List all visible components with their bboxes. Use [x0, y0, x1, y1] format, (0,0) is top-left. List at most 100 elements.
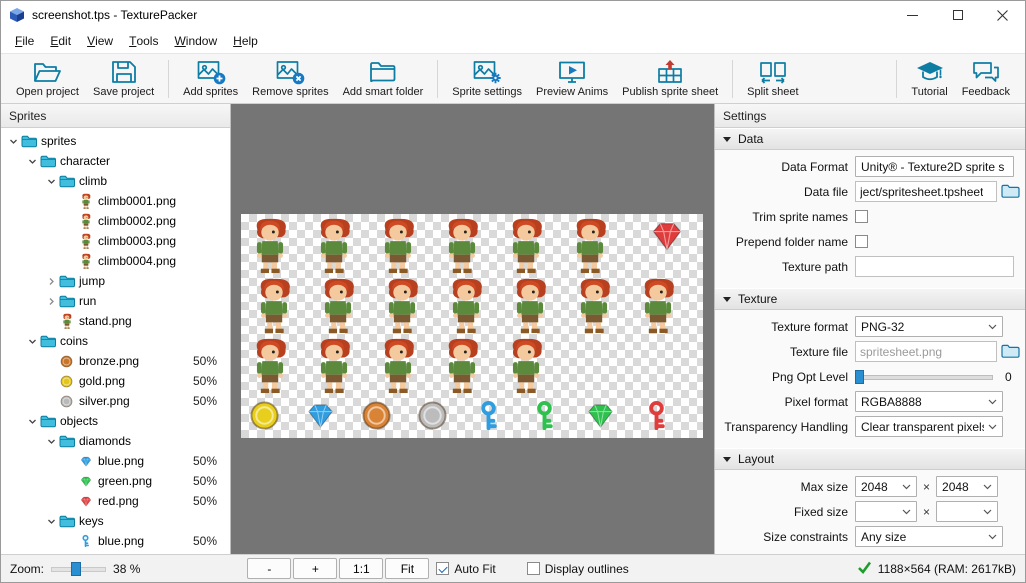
toolbar-button-publish-sprite-sheet[interactable]: Publish sprite sheet [615, 56, 725, 101]
setting-row-texture-file: Texture file spritesheet.png [715, 339, 1025, 364]
tree-item-climb-2[interactable]: climb [1, 171, 230, 191]
expander-open-icon[interactable] [7, 137, 20, 146]
expander-open-icon[interactable] [26, 157, 39, 166]
chevron-down-icon [984, 424, 997, 430]
canvas-viewport[interactable] [231, 104, 714, 554]
auto-fit-checkbox[interactable] [436, 562, 450, 575]
setting-label: Data Format [781, 159, 848, 174]
setting-row-pixel-format: Pixel format RGBA8888 [715, 389, 1025, 414]
tree-item-silver-png-13[interactable]: silver.png 50% [1, 391, 230, 411]
slider-png-opt-level[interactable] [855, 369, 993, 384]
input-data-file[interactable]: ject/spritesheet.tpsheet [855, 181, 997, 202]
expander-closed-icon[interactable] [45, 297, 58, 306]
display-outlines-checkbox[interactable] [526, 562, 540, 575]
tree-item-stand-png-9[interactable]: stand.png [1, 311, 230, 331]
select-transparency-handling[interactable]: Clear transparent pixels [855, 416, 1003, 437]
tree-item-blue-png-16[interactable]: blue.png 50% [1, 451, 230, 471]
display-outlines-toggle[interactable]: Display outlines [526, 562, 629, 576]
zoom-1-1-button[interactable]: 1:1 [339, 558, 384, 579]
browse-data-file-button[interactable] [1001, 184, 1020, 199]
tree-item-keys-19[interactable]: keys [1, 511, 230, 531]
toolbar-button-preview-anims[interactable]: Preview Anims [529, 56, 615, 101]
tree-item-climb0003-png-5[interactable]: climb0003.png [1, 231, 230, 251]
zoom-slider-handle[interactable] [71, 561, 82, 576]
expander-open-icon[interactable] [26, 337, 39, 346]
character-icon [77, 253, 94, 269]
toolbar-button-sprite-settings[interactable]: Sprite settings [445, 56, 529, 101]
coin-sprite [362, 401, 391, 430]
checkbox-trim-sprite-names[interactable] [855, 210, 868, 223]
toolbar-button-add-sprites[interactable]: Add sprites [176, 56, 245, 101]
section-header-layout[interactable]: Layout [715, 448, 1025, 470]
tree-item-diamonds-15[interactable]: diamonds [1, 431, 230, 451]
select-max-size-1[interactable]: 2048 [855, 476, 917, 497]
toolbar: Open project Save project Add sprites Remov… [1, 53, 1025, 104]
select-size-constraints[interactable]: Any size [855, 526, 1003, 547]
tree-item-green-png-17[interactable]: green.png 50% [1, 471, 230, 491]
checkbox-prepend-folder-name[interactable] [855, 235, 868, 248]
character-sprite [384, 218, 414, 274]
zoom-x-button[interactable]: + [293, 558, 338, 579]
chevron-down-icon [984, 324, 997, 330]
select-max-size-2[interactable]: 2048 [936, 476, 999, 497]
select-pixel-format[interactable]: RGBA8888 [855, 391, 1003, 412]
tree-item-climb0004-png-6[interactable]: climb0004.png [1, 251, 230, 271]
expander-open-icon[interactable] [45, 437, 58, 446]
titlebar[interactable]: screenshot.tps - TexturePacker [1, 1, 1025, 29]
menu-item-edit[interactable]: Edit [42, 29, 79, 53]
expander-open-icon[interactable] [45, 177, 58, 186]
browse-texture-file-button[interactable] [1001, 344, 1020, 359]
tree-item-coins-10[interactable]: coins [1, 331, 230, 351]
slider-handle[interactable] [855, 369, 864, 384]
expander-open-icon[interactable] [26, 417, 39, 426]
select-fixed-size-1[interactable] [855, 501, 917, 522]
section-header-data[interactable]: Data [715, 128, 1025, 150]
section-header-texture[interactable]: Texture [715, 288, 1025, 310]
menu-item-help[interactable]: Help [225, 29, 266, 53]
toolbar-button-feedback[interactable]: Feedback [955, 56, 1017, 101]
toolbar-button-add-smart-folder[interactable]: Add smart folder [336, 56, 431, 101]
expander-closed-icon[interactable] [45, 277, 58, 286]
auto-fit-toggle[interactable]: Auto Fit [436, 562, 496, 576]
input-texture-file[interactable]: spritesheet.png [855, 341, 997, 362]
input-texture-path[interactable] [855, 256, 1014, 277]
tree-item-climb0002-png-4[interactable]: climb0002.png [1, 211, 230, 231]
menu-item-file[interactable]: File [7, 29, 42, 53]
toolbar-button-save-project[interactable]: Save project [86, 56, 161, 101]
tree-item-gold-png-12[interactable]: gold.png 50% [1, 371, 230, 391]
tree-item-climb0001-png-3[interactable]: climb0001.png [1, 191, 230, 211]
toolbar-button-open-project[interactable]: Open project [9, 56, 86, 101]
preview-anims-icon [557, 58, 587, 86]
expander-open-icon[interactable] [45, 517, 58, 526]
tree-item-red-png-18[interactable]: red.png 50% [1, 491, 230, 511]
toolbar-button-split-sheet[interactable]: Split sheet [740, 56, 805, 101]
section-body-layout: Max size 2048 × 2048 Fixed size × Size constra… [715, 470, 1025, 553]
select-texture-format[interactable]: PNG-32 [855, 316, 1003, 337]
tree-item-bronze-png-11[interactable]: bronze.png 50% [1, 351, 230, 371]
folder-icon [58, 515, 75, 528]
character-sprite [324, 278, 354, 334]
tree-item-jump-7[interactable]: jump [1, 271, 230, 291]
menu-item-window[interactable]: Window [166, 29, 225, 53]
maximize-button[interactable] [935, 1, 980, 29]
zoom-slider[interactable] [51, 561, 107, 576]
select-fixed-size-2[interactable] [936, 501, 999, 522]
character-sprite [512, 338, 542, 394]
menu-item-tools[interactable]: Tools [121, 29, 166, 53]
toolbar-button-remove-sprites[interactable]: Remove sprites [245, 56, 335, 101]
sprite-settings-icon [472, 58, 502, 86]
tree-item-character-1[interactable]: character [1, 151, 230, 171]
remove-sprites-icon [275, 58, 305, 86]
close-button[interactable] [980, 1, 1025, 29]
tree-item-objects-14[interactable]: objects [1, 411, 230, 431]
tree-item-blue-png-20[interactable]: blue.png 50% [1, 531, 230, 551]
tree-item-run-8[interactable]: run [1, 291, 230, 311]
zoom-x-button[interactable]: - [247, 558, 292, 579]
minimize-button[interactable] [890, 1, 935, 29]
tree-item-sprites-0[interactable]: sprites [1, 131, 230, 151]
zoom-fit-button[interactable]: Fit [385, 558, 430, 579]
character-sprite [256, 338, 286, 394]
select-data-format[interactable]: Unity® - Texture2D sprite s [855, 156, 1014, 177]
toolbar-button-tutorial[interactable]: Tutorial [904, 56, 954, 101]
menu-item-view[interactable]: View [79, 29, 121, 53]
